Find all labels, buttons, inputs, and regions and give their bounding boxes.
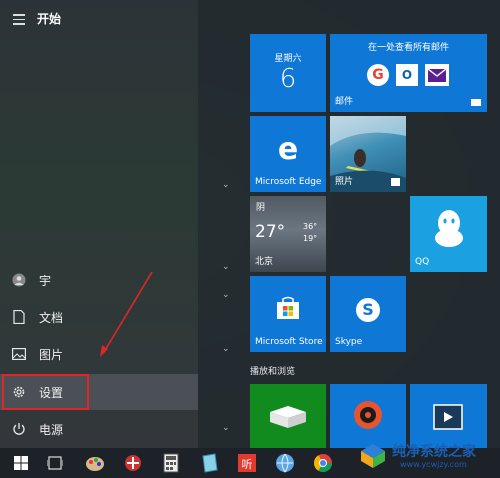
notepad-icon[interactable] <box>198 452 220 474</box>
calendar-weekday: 星期六 <box>274 54 302 64</box>
weather-temp: 27° <box>255 222 286 242</box>
qq-penguin-icon <box>435 210 463 247</box>
calculator-icon[interactable] <box>160 452 182 474</box>
edge-icon: e <box>277 132 299 167</box>
skype-icon: S <box>356 298 380 322</box>
mail-header: 在一处查看所有邮件 <box>367 43 449 53</box>
qq-label: QQ <box>415 257 430 267</box>
power-label: 电源 <box>39 422 64 437</box>
section-label-play-explore: 播放和浏览 <box>250 367 296 377</box>
start-menu: 开始 宇 文档 图片 设置 电源 ⌄ ⌄ ⌄ ⌄ ⌄ 星期六 6 在一处查看所有… <box>0 0 500 448</box>
browser-globe-icon[interactable] <box>274 452 296 474</box>
chevron-down-icon[interactable]: ⌄ <box>222 423 232 433</box>
mail-label: 邮件 <box>335 97 354 107</box>
power-icon <box>12 422 26 436</box>
rail-item-power[interactable]: 电源 <box>0 411 198 447</box>
store-tile[interactable]: Microsoft Store <box>250 276 326 352</box>
edge-label: Microsoft Edge <box>255 177 322 187</box>
weather-low: 19° <box>303 234 318 243</box>
watermark: 纯净系统之家 www.ycwjzy.com <box>356 436 496 476</box>
paint-icon[interactable] <box>84 452 106 474</box>
chevron-down-icon[interactable]: ⌄ <box>222 344 232 354</box>
photos-label: 照片 <box>335 177 354 187</box>
edge-tile[interactable]: e Microsoft Edge <box>250 116 326 192</box>
console-icon <box>270 406 306 428</box>
weather-condition: 阴 <box>256 203 266 213</box>
chevron-down-icon[interactable]: ⌄ <box>222 180 232 190</box>
photos-tile[interactable]: 照片 <box>330 116 406 192</box>
yahoo-mail-icon <box>425 64 449 86</box>
store-bag-icon <box>277 296 299 319</box>
watermark-url: www.ycwjzy.com <box>400 460 467 469</box>
outlook-icon: O <box>396 64 418 86</box>
qq-tile[interactable]: QQ <box>410 196 487 272</box>
store-label: Microsoft Store <box>255 337 323 347</box>
mail-envelope-icon <box>471 99 481 106</box>
calendar-tile[interactable]: 星期六 6 <box>250 34 326 112</box>
watermark-title: 纯净系统之家 <box>392 444 476 460</box>
music-disc-icon <box>354 401 382 429</box>
annotation-arrow <box>100 271 153 357</box>
settings-highlight-box <box>2 374 89 410</box>
weather-city: 北京 <box>255 257 274 267</box>
task-view-icon[interactable] <box>44 452 66 474</box>
film-icon <box>433 404 463 430</box>
network-tool-icon[interactable] <box>122 452 144 474</box>
chevron-down-icon[interactable]: ⌄ <box>222 262 232 272</box>
photos-badge-icon <box>391 178 400 186</box>
xbox-tile[interactable] <box>250 384 326 448</box>
weather-tile[interactable]: 阴 27° 36° 19° 北京 <box>250 196 326 272</box>
weather-high: 36° <box>303 222 318 231</box>
calendar-day: 6 <box>279 64 297 94</box>
chevron-down-icon[interactable]: ⌄ <box>222 290 232 300</box>
svg-text:听: 听 <box>242 458 253 471</box>
chrome-icon[interactable] <box>312 452 334 474</box>
google-icon: G <box>367 64 389 86</box>
watermark-logo-icon <box>361 444 385 468</box>
media-app-icon[interactable]: 听 <box>236 452 258 474</box>
skype-label: Skype <box>335 337 363 347</box>
windows-start-icon[interactable] <box>10 452 32 474</box>
skype-tile[interactable]: S Skype <box>330 276 406 352</box>
mail-tile[interactable]: 在一处查看所有邮件 G O 邮件 <box>330 34 487 112</box>
